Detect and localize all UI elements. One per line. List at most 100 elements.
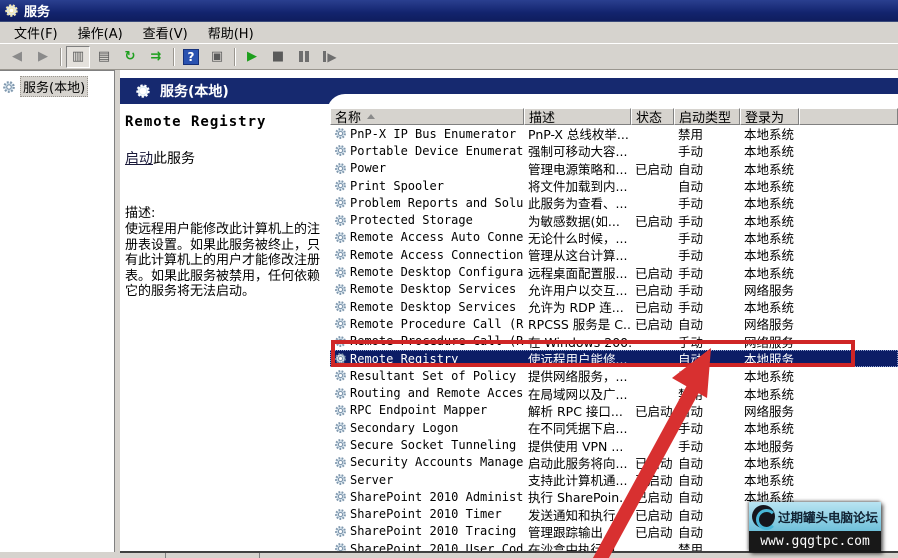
logon-as-cell: 本地系统 bbox=[740, 470, 799, 489]
logon-as-cell: 网络服务 bbox=[740, 332, 799, 351]
status-cell: 已启动 bbox=[631, 297, 674, 316]
forward-button[interactable]: ▶ bbox=[31, 46, 55, 68]
service-row[interactable]: Resultant Set of Policy Prov...提供网络服务，..… bbox=[330, 367, 898, 384]
logon-as-cell: 本地系统 bbox=[740, 418, 799, 437]
service-row[interactable]: Remote Access Connection Man...管理从这台计算..… bbox=[330, 246, 898, 263]
service-description: 使远程用户能修改此计算机上的注册表设置。如果此服务被终止，只有此计算机上的用户才… bbox=[125, 222, 323, 300]
service-row[interactable]: Security Accounts Manager启动此服务将向...已启动自动… bbox=[330, 454, 898, 471]
status-cell: 已启动 bbox=[631, 159, 674, 178]
tree-item-services-local[interactable]: 服务(本地) bbox=[2, 76, 112, 97]
stop-service-button[interactable]: ■ bbox=[266, 46, 290, 68]
service-row[interactable]: RPC Endpoint Mapper解析 RPC 接口...已启动自动网络服务 bbox=[330, 402, 898, 419]
panel-header-title: 服务(本地) bbox=[160, 81, 229, 101]
description-cell: 允许用户以交互... bbox=[524, 280, 631, 299]
service-name-cell: Security Accounts Manager bbox=[330, 455, 524, 469]
column-header-登录为[interactable]: 登录为 bbox=[740, 108, 799, 125]
service-gear-icon bbox=[334, 317, 347, 330]
service-row[interactable]: Remote Desktop Services允许用户以交互...已启动手动网络… bbox=[330, 281, 898, 298]
bottom-tab-strip bbox=[120, 552, 898, 558]
extended-tab-cropped[interactable] bbox=[165, 553, 260, 558]
service-row[interactable]: Remote Desktop Services User...允许为 RDP 连… bbox=[330, 298, 898, 315]
startup-type-cell: 自动 bbox=[674, 505, 740, 524]
service-row[interactable]: PnP-X IP Bus EnumeratorPnP-X 总线枚举...禁用本地… bbox=[330, 125, 898, 142]
service-row[interactable]: Print Spooler将文件加载到内...自动本地系统 bbox=[330, 177, 898, 194]
description-cell: 提供使用 VPN ... bbox=[524, 436, 631, 455]
column-header-启动类型[interactable]: 启动类型 bbox=[674, 108, 740, 125]
logon-as-cell: 网络服务 bbox=[740, 314, 799, 333]
description-cell: 解析 RPC 接口... bbox=[524, 401, 631, 420]
sort-ascending-icon bbox=[367, 114, 375, 119]
service-row[interactable]: Remote Registry使远程用户能修...自动本地服务 bbox=[330, 350, 898, 367]
service-gear-icon bbox=[334, 369, 347, 382]
forum-logo-icon bbox=[752, 505, 775, 528]
status-cell: 已启动 bbox=[631, 280, 674, 299]
startup-type-cell: 自动 bbox=[674, 522, 740, 541]
show-console-tree-button[interactable]: ▥ bbox=[66, 46, 90, 68]
service-name-cell: Portable Device Enumerator S... bbox=[330, 144, 524, 158]
service-name-cell: Remote Desktop Services User... bbox=[330, 300, 524, 314]
service-name-cell: Remote Procedure Call (RPC) ... bbox=[330, 334, 524, 348]
toolbar-separator bbox=[173, 48, 174, 66]
column-header-名称[interactable]: 名称 bbox=[330, 108, 524, 125]
service-gear-icon bbox=[334, 352, 347, 365]
startup-type-cell: 手动 bbox=[674, 211, 740, 230]
services-app-icon bbox=[4, 3, 19, 18]
description-cell: 提供网络服务，... bbox=[524, 366, 631, 385]
service-row[interactable]: Secure Socket Tunneling Prot...提供使用 VPN … bbox=[330, 436, 898, 453]
service-gear-icon bbox=[334, 421, 347, 434]
window-title: 服务 bbox=[24, 1, 50, 20]
properties-button[interactable]: ▤ bbox=[92, 46, 116, 68]
service-row[interactable]: Remote Procedure Call (RPC)RPCSS 服务是 C..… bbox=[330, 315, 898, 332]
services-list-panel: 名称描述状态启动类型登录为 PnP-X IP Bus EnumeratorPnP… bbox=[327, 94, 898, 552]
start-service-link[interactable]: 启动此服务 bbox=[125, 148, 323, 168]
startup-type-cell: 自动 bbox=[674, 453, 740, 472]
service-row[interactable]: Protected Storage为敏感数据(如...已启动手动本地系统 bbox=[330, 211, 898, 228]
description-cell: 在 Windows 200... bbox=[524, 332, 631, 351]
refresh-icon[interactable]: ↻ bbox=[118, 46, 142, 68]
service-row[interactable]: Secondary Logon在不同凭据下启...手动本地系统 bbox=[330, 419, 898, 436]
services-node-icon bbox=[2, 80, 16, 94]
column-header-描述[interactable]: 描述 bbox=[524, 108, 631, 125]
logon-as-cell: 本地系统 bbox=[740, 366, 799, 385]
logon-as-cell: 本地系统 bbox=[740, 263, 799, 282]
service-gear-icon bbox=[334, 231, 347, 244]
description-cell: 无论什么时候，... bbox=[524, 228, 631, 247]
startup-type-cell: 自动 bbox=[674, 487, 740, 506]
service-name-cell: Resultant Set of Policy Prov... bbox=[330, 369, 524, 383]
show-action-pane-button[interactable]: ▣ bbox=[205, 46, 229, 68]
back-button[interactable]: ◀ bbox=[5, 46, 29, 68]
description-cell: 在沙盒中执行用... bbox=[524, 539, 631, 551]
service-gear-icon bbox=[334, 162, 347, 175]
status-cell: 已启动 bbox=[631, 401, 674, 420]
service-gear-icon bbox=[334, 179, 347, 192]
restart-service-button[interactable]: ▶ bbox=[318, 46, 342, 68]
service-gear-icon bbox=[334, 508, 347, 521]
service-name-cell: SharePoint 2010 Administration bbox=[330, 490, 524, 504]
column-header-filler[interactable] bbox=[799, 108, 898, 125]
help-icon[interactable]: ? bbox=[179, 46, 203, 68]
service-row[interactable]: Power管理电源策略和...已启动自动本地系统 bbox=[330, 160, 898, 177]
service-row[interactable]: Remote Access Auto Connectio...无论什么时候，..… bbox=[330, 229, 898, 246]
service-row[interactable]: Server支持此计算机通...已启动自动本地系统 bbox=[330, 471, 898, 488]
service-gear-icon bbox=[334, 300, 347, 313]
menu-action[interactable]: 操作(A) bbox=[70, 21, 135, 44]
start-service-button[interactable]: ▶ bbox=[240, 46, 264, 68]
service-row[interactable]: Remote Desktop Configuration远程桌面配置服...已启… bbox=[330, 263, 898, 280]
export-list-icon[interactable]: ⇉ bbox=[144, 46, 168, 68]
service-row[interactable]: Remote Procedure Call (RPC) ...在 Windows… bbox=[330, 333, 898, 350]
service-gear-icon bbox=[334, 335, 347, 348]
menu-view[interactable]: 查看(V) bbox=[135, 21, 200, 44]
menu-file[interactable]: 文件(F) bbox=[6, 21, 70, 44]
service-row[interactable]: Routing and Remote Access在局域网以及广...禁用本地系… bbox=[330, 384, 898, 401]
service-row[interactable]: Problem Reports and Solution...此服务为查看、..… bbox=[330, 194, 898, 211]
list-header-row: 名称描述状态启动类型登录为 bbox=[330, 108, 898, 125]
watermark-forum-name: 过期罐头电脑论坛 bbox=[778, 507, 878, 526]
pause-service-button[interactable] bbox=[292, 46, 316, 68]
service-gear-icon bbox=[334, 283, 347, 296]
service-row[interactable]: Portable Device Enumerator S...强制可移动大容..… bbox=[330, 142, 898, 159]
menu-help[interactable]: 帮助(H) bbox=[200, 21, 266, 44]
column-header-状态[interactable]: 状态 bbox=[631, 108, 674, 125]
logon-as-cell: 本地系统 bbox=[740, 159, 799, 178]
startup-type-cell: 自动 bbox=[674, 349, 740, 368]
service-gear-icon bbox=[334, 127, 347, 140]
